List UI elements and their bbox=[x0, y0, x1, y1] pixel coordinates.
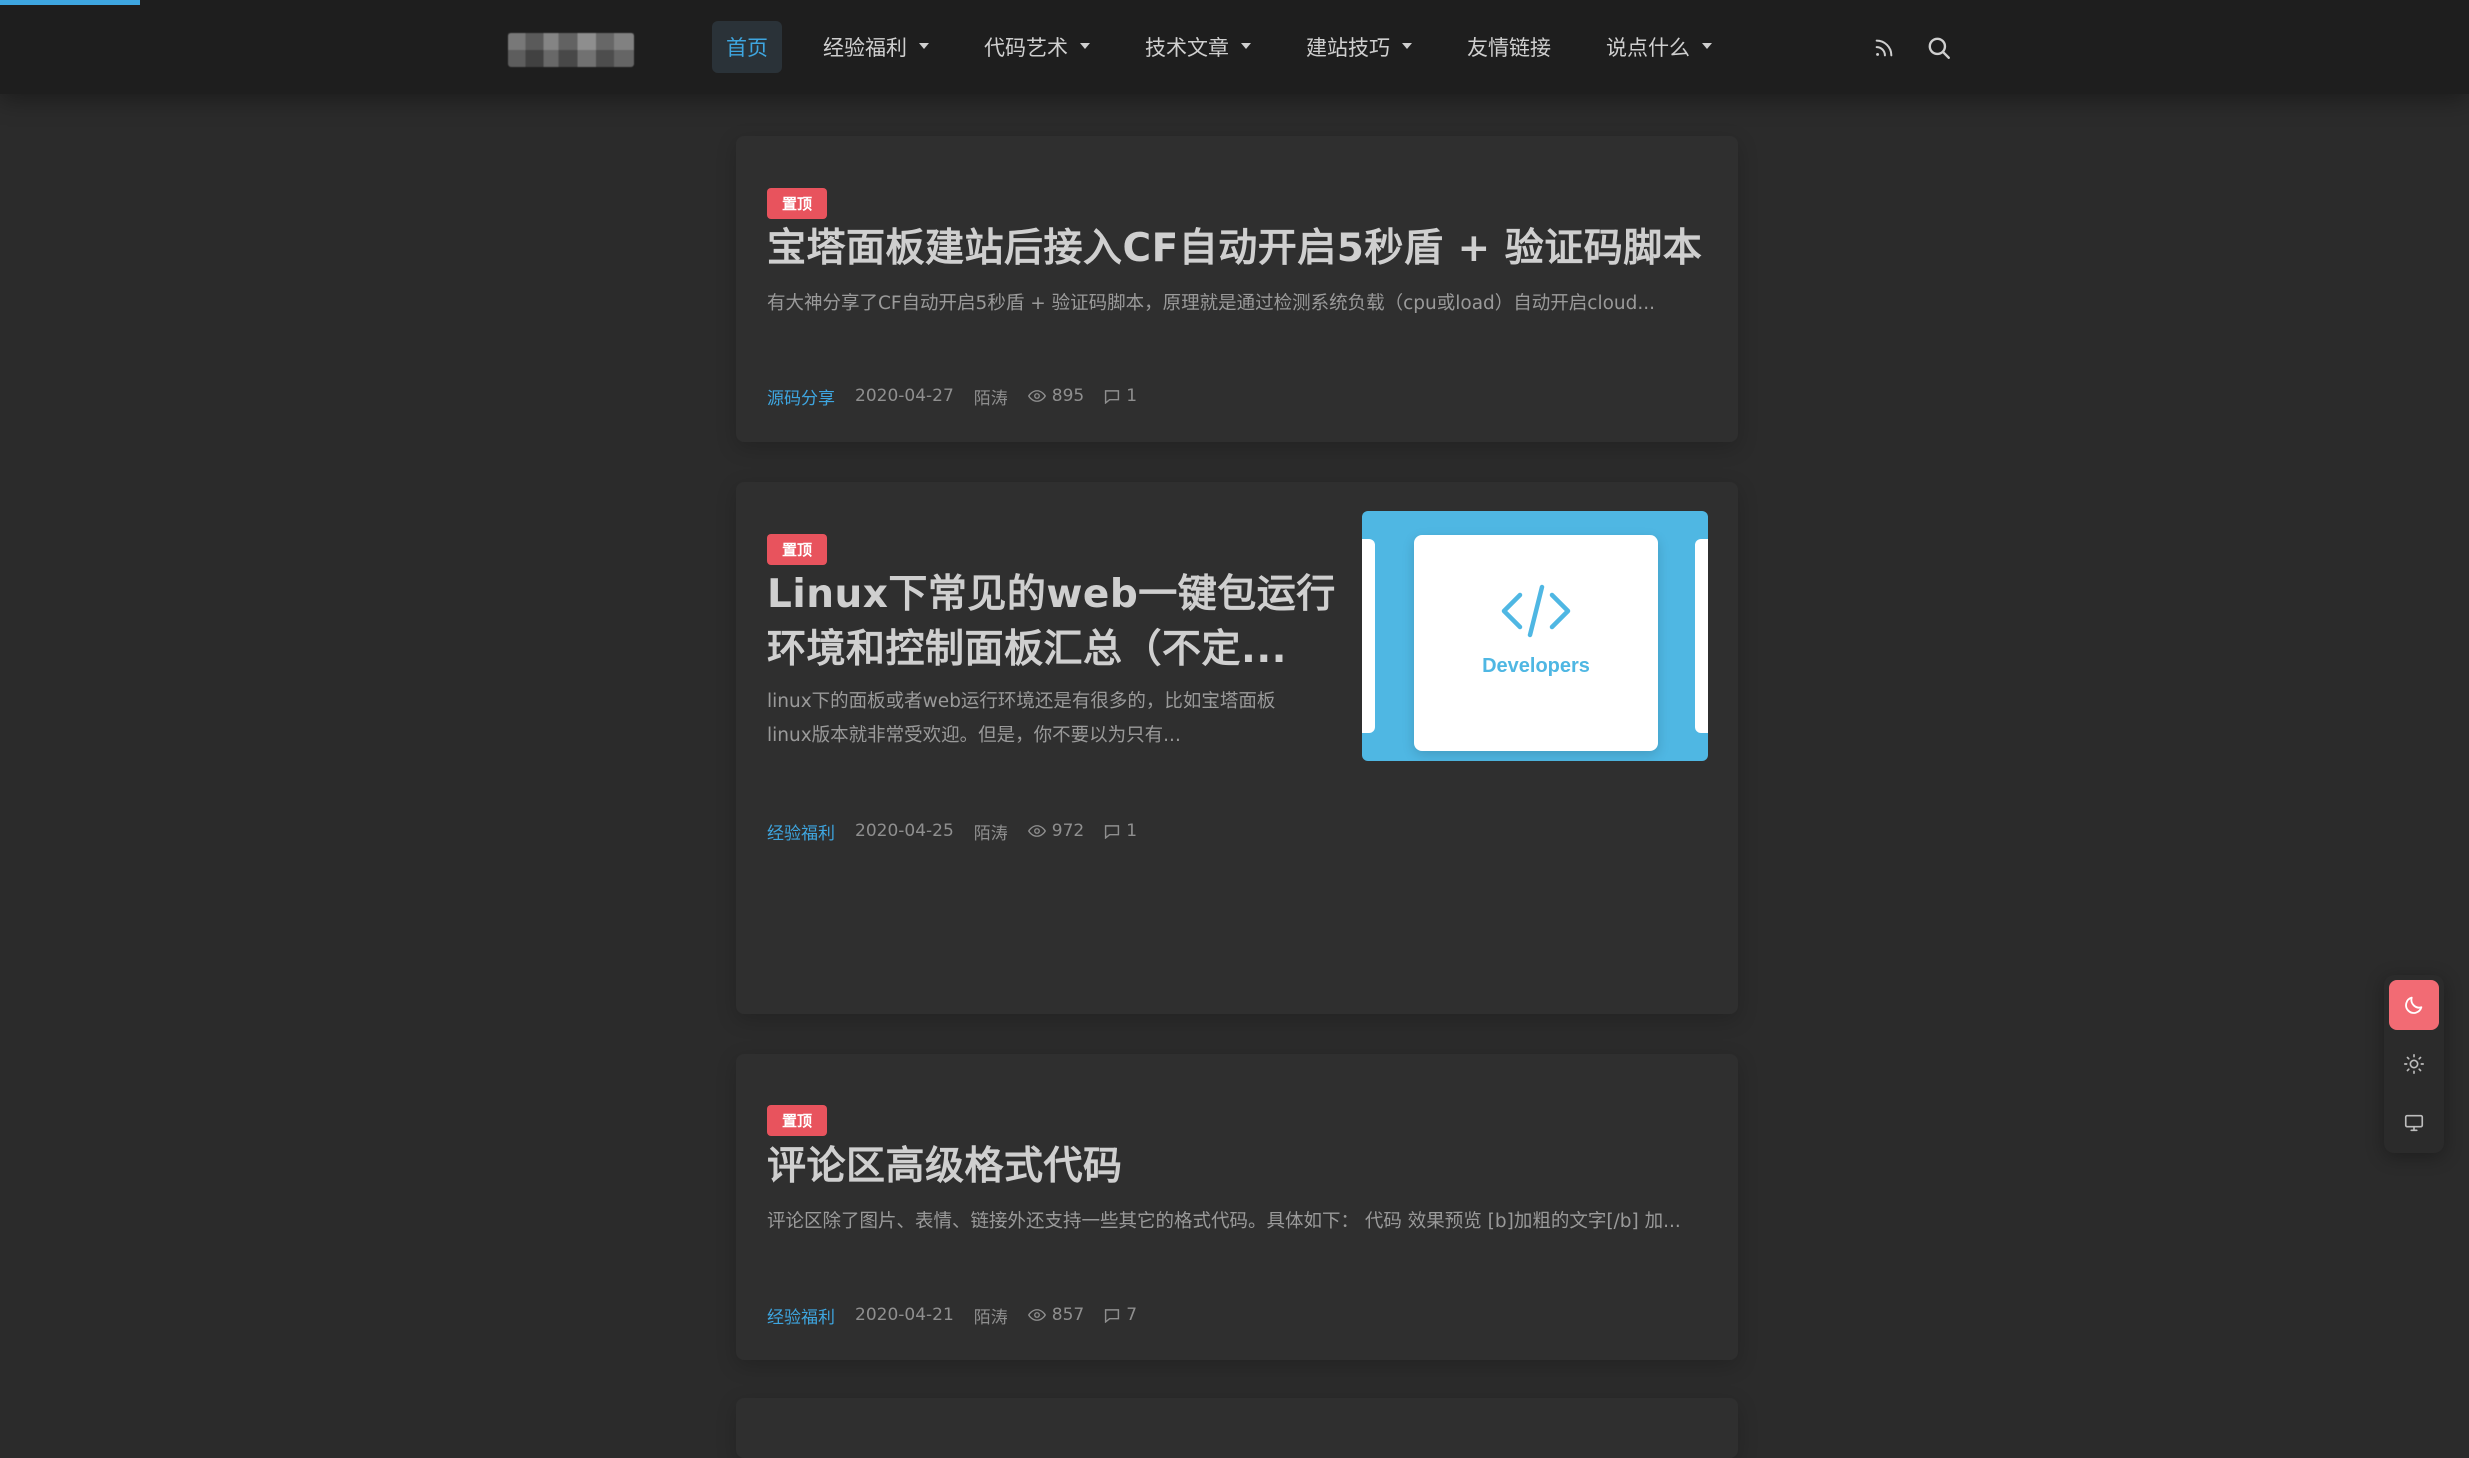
post-views-count: 857 bbox=[1051, 1305, 1085, 1325]
post-meta: 经验福利 2020-04-21 陌涛 857 7 bbox=[767, 1300, 1137, 1330]
search-icon[interactable] bbox=[1922, 31, 1956, 65]
comment-icon bbox=[1105, 1308, 1120, 1323]
post-excerpt: 评论区除了图片、表情、链接外还支持一些其它的格式代码。具体如下： 代码 效果预览… bbox=[767, 1211, 1681, 1232]
post-category-link[interactable]: 经验福利 bbox=[767, 1303, 835, 1328]
nav-item-label: 首页 bbox=[726, 36, 768, 60]
post-author[interactable]: 陌涛 bbox=[974, 1303, 1008, 1328]
nav-item-label: 经验福利 bbox=[823, 36, 907, 60]
sticky-badge: 置顶 bbox=[767, 188, 828, 219]
caret-down-icon bbox=[1402, 43, 1412, 49]
post-excerpt: linux下的面板或者web运行环境还是有很多的，比如宝塔面板 linux版本就… bbox=[767, 685, 1275, 753]
post-comments-count: 7 bbox=[1126, 1305, 1138, 1325]
post-views-count: 895 bbox=[1051, 386, 1085, 406]
main-nav: 首页 经验福利 代码艺术 技术文章 建站技巧 友情链接 说点什么 bbox=[712, 21, 1753, 73]
nav-item-label: 友情链接 bbox=[1467, 36, 1551, 60]
sun-icon bbox=[2404, 1054, 2424, 1074]
site-logo[interactable] bbox=[508, 33, 634, 67]
sticky-badge: 置顶 bbox=[767, 1105, 828, 1136]
thumb-side-card bbox=[1362, 539, 1375, 733]
eye-icon bbox=[1027, 390, 1046, 402]
post-comments[interactable]: 7 bbox=[1104, 1305, 1137, 1325]
post-comments-count: 1 bbox=[1126, 821, 1138, 841]
post-category-link[interactable]: 经验福利 bbox=[767, 819, 835, 844]
nav-item-friend-links[interactable]: 友情链接 bbox=[1453, 21, 1565, 73]
post-card[interactable] bbox=[736, 1398, 1738, 1458]
caret-down-icon bbox=[1241, 43, 1251, 49]
nav-item-tech-articles[interactable]: 技术文章 bbox=[1131, 21, 1265, 73]
post-excerpt-line: linux下的面板或者web运行环境还是有很多的，比如宝塔面板 bbox=[767, 691, 1276, 712]
comment-icon bbox=[1105, 824, 1120, 839]
light-mode-button[interactable] bbox=[2389, 1039, 2439, 1089]
caret-down-icon bbox=[1702, 43, 1712, 49]
nav-item-label: 建站技巧 bbox=[1306, 36, 1390, 60]
caret-down-icon bbox=[919, 43, 929, 49]
thumb-panel: Developers bbox=[1414, 535, 1658, 751]
nav-item-label: 技术文章 bbox=[1145, 36, 1229, 60]
post-date: 2020-04-21 bbox=[855, 1305, 954, 1325]
post-views: 895 bbox=[1027, 386, 1085, 406]
sticky-badge: 置顶 bbox=[767, 534, 828, 565]
eye-icon bbox=[1027, 1309, 1046, 1321]
nav-item-home[interactable]: 首页 bbox=[712, 21, 782, 73]
thumb-label: Developers bbox=[1482, 655, 1590, 677]
eye-icon bbox=[1027, 825, 1046, 837]
post-title[interactable]: 宝塔面板建站后接入CF自动开启5秒盾 + 验证码脚本 bbox=[767, 221, 1702, 276]
post-title-line: Linux下常见的web一键包运行 bbox=[767, 572, 1336, 617]
caret-down-icon bbox=[1080, 43, 1090, 49]
nav-item-experience[interactable]: 经验福利 bbox=[809, 21, 943, 73]
post-excerpt-line: linux版本就非常受欢迎。但是，你不要以为只有... bbox=[767, 725, 1181, 746]
post-comments-count: 1 bbox=[1126, 386, 1138, 406]
nav-item-say-something[interactable]: 说点什么 bbox=[1592, 21, 1726, 73]
nav-item-site-tips[interactable]: 建站技巧 bbox=[1292, 21, 1426, 73]
post-title[interactable]: 评论区高级格式代码 bbox=[767, 1139, 1123, 1194]
post-category-link[interactable]: 源码分享 bbox=[767, 384, 835, 409]
post-excerpt: 有大神分享了CF自动开启5秒盾 + 验证码脚本，原理就是通过检测系统负载（cpu… bbox=[767, 293, 1656, 314]
site-header: 首页 经验福利 代码艺术 技术文章 建站技巧 友情链接 说点什么 bbox=[0, 0, 2469, 94]
rss-icon[interactable] bbox=[1867, 31, 1901, 65]
post-date: 2020-04-27 bbox=[855, 386, 954, 406]
post-title[interactable]: Linux下常见的web一键包运行 环境和控制面板汇总（不定... bbox=[767, 567, 1336, 677]
thumb-side-card bbox=[1695, 539, 1708, 733]
post-title-line: 环境和控制面板汇总（不定... bbox=[767, 627, 1287, 672]
post-meta: 源码分享 2020-04-27 陌涛 895 1 bbox=[767, 381, 1137, 411]
post-comments[interactable]: 1 bbox=[1104, 386, 1137, 406]
code-brackets-icon bbox=[1501, 584, 1571, 638]
system-mode-button[interactable] bbox=[2389, 1098, 2439, 1148]
post-card[interactable]: 置顶 宝塔面板建站后接入CF自动开启5秒盾 + 验证码脚本 有大神分享了CF自动… bbox=[736, 136, 1738, 442]
post-card[interactable]: 置顶 评论区高级格式代码 评论区除了图片、表情、链接外还支持一些其它的格式代码。… bbox=[736, 1054, 1738, 1360]
dark-mode-button[interactable] bbox=[2389, 980, 2439, 1030]
post-comments[interactable]: 1 bbox=[1104, 821, 1137, 841]
nav-item-code-art[interactable]: 代码艺术 bbox=[970, 21, 1104, 73]
post-author[interactable]: 陌涛 bbox=[974, 819, 1008, 844]
post-views: 972 bbox=[1027, 821, 1085, 841]
post-thumbnail[interactable]: Developers bbox=[1362, 511, 1708, 761]
moon-icon bbox=[2405, 996, 2423, 1014]
post-author[interactable]: 陌涛 bbox=[974, 384, 1008, 409]
post-views: 857 bbox=[1027, 1305, 1085, 1325]
nav-item-label: 说点什么 bbox=[1606, 36, 1690, 60]
post-meta: 经验福利 2020-04-25 陌涛 972 1 bbox=[767, 816, 1137, 846]
monitor-icon bbox=[2404, 1114, 2424, 1132]
post-date: 2020-04-25 bbox=[855, 821, 954, 841]
post-views-count: 972 bbox=[1051, 821, 1085, 841]
theme-switcher bbox=[2384, 975, 2444, 1153]
nav-item-label: 代码艺术 bbox=[984, 36, 1068, 60]
top-progress-bar bbox=[0, 0, 140, 5]
comment-icon bbox=[1105, 389, 1120, 404]
